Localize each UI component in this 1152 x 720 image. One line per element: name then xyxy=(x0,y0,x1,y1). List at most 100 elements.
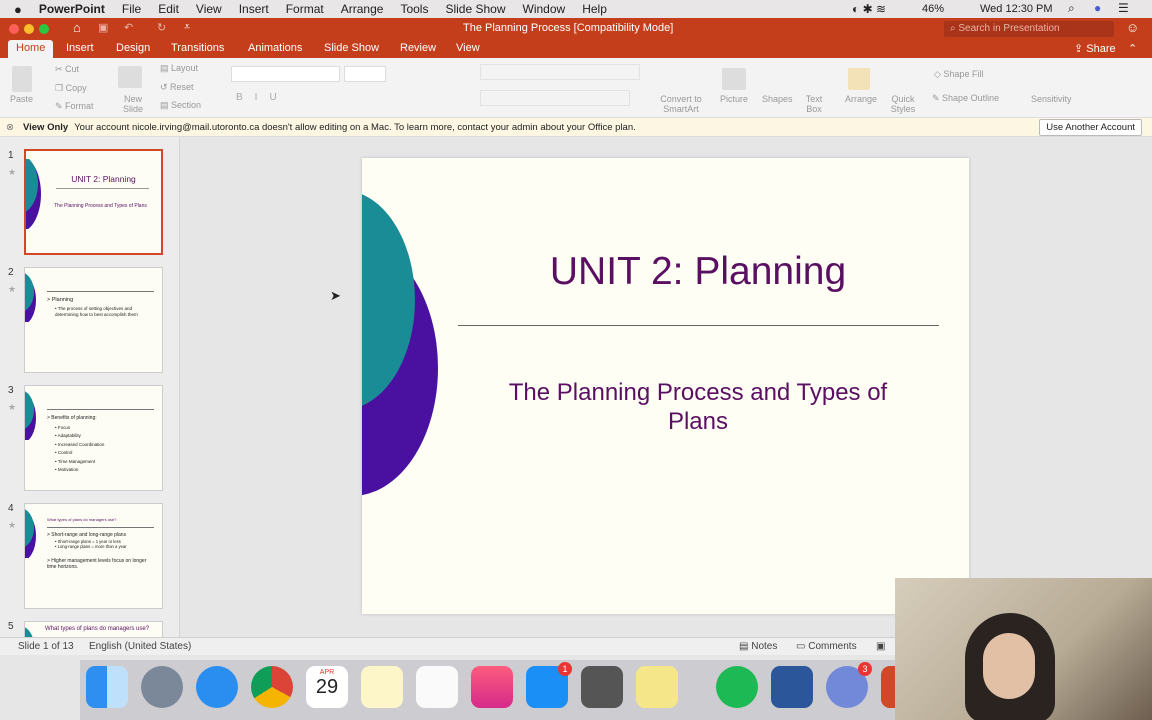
thumb-heading: > Planning xyxy=(47,297,74,303)
stickies-icon[interactable] xyxy=(636,666,678,708)
finder-icon[interactable] xyxy=(86,666,128,708)
tab-slide-show[interactable]: Slide Show xyxy=(324,42,379,54)
notes-app-icon[interactable] xyxy=(361,666,403,708)
launchpad-icon[interactable] xyxy=(141,666,183,708)
font-size-select[interactable] xyxy=(344,66,386,82)
picture-button[interactable]: Picture xyxy=(720,94,748,104)
share-label: Share xyxy=(1086,43,1116,55)
siri-icon[interactable]: ● xyxy=(1094,1,1101,15)
discord-badge: 3 xyxy=(858,662,872,676)
menu-slide-show[interactable]: Slide Show xyxy=(445,2,505,16)
language-indicator[interactable]: English (United States) xyxy=(89,641,191,652)
copy-button[interactable]: ❐ Copy xyxy=(55,83,87,93)
convert-smartart-button[interactable]: Convert to SmartArt xyxy=(660,94,702,114)
minimize-button[interactable] xyxy=(24,24,34,34)
slide-decoration xyxy=(362,194,438,496)
slide-thumbnail-5[interactable]: What types of plans do managers use? xyxy=(24,621,163,637)
slide-thumbnail-3[interactable]: > Benefits of planning: • Focus • Adapta… xyxy=(24,385,163,491)
slide-title[interactable]: UNIT 2: Planning xyxy=(458,250,938,294)
share-button[interactable]: ⇪ Share xyxy=(1074,42,1116,55)
menu-help[interactable]: Help xyxy=(582,2,607,16)
sensitivity-button[interactable]: Sensitivity xyxy=(1031,94,1072,104)
tab-view[interactable]: View xyxy=(456,42,480,54)
menu-window[interactable]: Window xyxy=(523,2,566,16)
spotify-icon[interactable] xyxy=(716,666,758,708)
thumb-decoration xyxy=(26,159,41,229)
info-close-icon[interactable]: ⊗ xyxy=(6,122,14,133)
menu-tools[interactable]: Tools xyxy=(400,2,428,16)
font-format-buttons[interactable]: BIU xyxy=(236,92,289,103)
status-icons[interactable]: ◐ ✱ ≋ xyxy=(852,2,886,16)
menu-view[interactable]: View xyxy=(196,2,222,16)
menu-edit[interactable]: Edit xyxy=(158,2,179,16)
tab-animations[interactable]: Animations xyxy=(248,42,302,54)
quick-styles-button[interactable]: Quick Styles xyxy=(889,94,917,114)
slide-canvas[interactable]: UNIT 2: Planning The Planning Process an… xyxy=(362,158,969,614)
thumb-title: What types of plans do managers use? xyxy=(47,517,117,522)
home-icon[interactable]: ⌂ xyxy=(73,20,81,35)
tab-transitions[interactable]: Transitions xyxy=(171,42,224,54)
discord-icon[interactable]: 3 xyxy=(826,662,872,708)
tab-design[interactable]: Design xyxy=(116,42,150,54)
thumb-number: 3 xyxy=(8,385,14,396)
clock[interactable]: Wed 12:30 PM xyxy=(980,3,1053,15)
comments-button[interactable]: ▭ Comments xyxy=(796,641,857,652)
spotlight-icon[interactable]: ⌕ xyxy=(1068,1,1075,16)
arrange-button[interactable]: Arrange xyxy=(845,94,877,104)
save-icon[interactable]: ▣ xyxy=(98,21,108,34)
zoom-button[interactable] xyxy=(39,24,49,34)
normal-view-icon[interactable]: ▣ xyxy=(876,641,885,652)
slide-thumbnail-2[interactable]: > Planning • The process of setting obje… xyxy=(24,267,163,373)
tab-home[interactable]: Home xyxy=(8,40,54,58)
undo-icon[interactable]: ↶ xyxy=(124,21,133,34)
slide-thumbnails-panel[interactable]: 1 ★ UNIT 2: Planning The Planning Proces… xyxy=(0,137,180,637)
slide-thumbnail-1[interactable]: UNIT 2: Planning The Planning Process an… xyxy=(24,149,163,255)
close-button[interactable] xyxy=(9,24,19,34)
slide-thumbnail-4[interactable]: What types of plans do managers use? > S… xyxy=(24,503,163,609)
paste-button[interactable]: Paste xyxy=(10,94,33,104)
smiley-feedback-icon[interactable]: ☺ xyxy=(1126,20,1139,35)
collapse-ribbon-icon[interactable]: ⌃ xyxy=(1128,42,1137,55)
notes-button[interactable]: ▤ Notes xyxy=(739,641,777,652)
tab-insert[interactable]: Insert xyxy=(66,42,94,54)
menu-format[interactable]: Format xyxy=(286,2,324,16)
thumb-line: • Time Management xyxy=(55,459,96,464)
app-store-icon[interactable]: 1 xyxy=(526,662,572,708)
shape-fill-button[interactable]: ◇ Shape Fill xyxy=(934,69,983,79)
reminders-icon[interactable] xyxy=(416,666,458,708)
use-another-account-button[interactable]: Use Another Account xyxy=(1039,119,1142,136)
thumb-line: • Long-range plans = more than a year xyxy=(55,544,127,549)
format-painter-button[interactable]: ✎ Format xyxy=(55,101,94,111)
search-input[interactable]: ⌕ Search in Presentation xyxy=(944,21,1114,37)
new-slide-button[interactable]: New Slide xyxy=(118,94,148,114)
font-name-select[interactable] xyxy=(231,66,340,82)
music-icon[interactable] xyxy=(471,666,513,708)
section-button[interactable]: ▤ Section xyxy=(160,100,201,110)
system-preferences-icon[interactable] xyxy=(581,666,623,708)
menu-insert[interactable]: Insert xyxy=(239,2,269,16)
redo-icon[interactable]: ↻ xyxy=(157,21,166,34)
menu-file[interactable]: File xyxy=(122,2,141,16)
list-buttons[interactable] xyxy=(480,64,640,80)
battery[interactable]: 46% xyxy=(922,3,944,15)
alignment-buttons[interactable] xyxy=(480,90,630,106)
shape-outline-button[interactable]: ✎ Shape Outline xyxy=(932,93,999,103)
notification-center-icon[interactable]: ☰ xyxy=(1118,1,1129,15)
app-menu[interactable]: PowerPoint xyxy=(39,2,105,16)
menu-arrange[interactable]: Arrange xyxy=(341,2,384,16)
word-icon[interactable] xyxy=(771,666,813,708)
view-only-label: View Only xyxy=(22,121,69,133)
layout-button[interactable]: ▤ Layout xyxy=(160,63,198,73)
tab-review[interactable]: Review xyxy=(400,42,436,54)
cut-button[interactable]: ✂ Cut xyxy=(55,64,79,74)
chrome-icon[interactable] xyxy=(251,666,293,708)
apple-icon[interactable]: ● xyxy=(14,2,22,17)
shapes-button[interactable]: Shapes xyxy=(762,94,793,104)
customize-icon[interactable]: ⩡ xyxy=(184,21,190,34)
thumb-number: 5 xyxy=(8,621,14,632)
text-box-button[interactable]: Text Box xyxy=(804,94,824,114)
slide-subtitle[interactable]: The Planning Process and Types of Plans xyxy=(478,378,918,436)
calendar-icon[interactable]: APR 29 xyxy=(306,666,348,708)
reset-button[interactable]: ↺ Reset xyxy=(160,82,194,92)
safari-icon[interactable] xyxy=(196,666,238,708)
